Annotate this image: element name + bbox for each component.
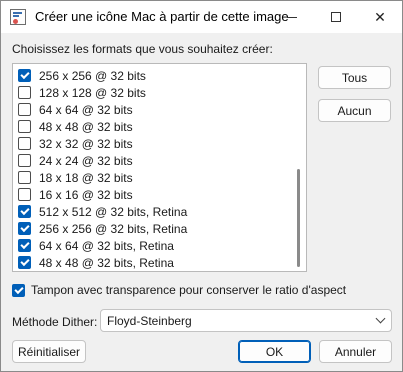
format-label: 64 x 64 @ 32 bits xyxy=(39,102,133,117)
padding-checkbox[interactable] xyxy=(12,283,25,297)
format-label: 256 x 256 @ 32 bits, Retina xyxy=(39,221,188,236)
scrollbar-thumb[interactable] xyxy=(297,169,300,267)
format-label: 24 x 24 @ 32 bits xyxy=(39,153,133,168)
formats-list[interactable]: 256 x 256 @ 32 bits 128 x 128 @ 32 bits 64… xyxy=(12,63,307,272)
format-checkbox[interactable] xyxy=(18,205,31,218)
format-list-item[interactable]: 16 x 16 @ 32 bits xyxy=(13,186,293,203)
format-checkbox[interactable] xyxy=(18,256,31,269)
format-label: 18 x 18 @ 32 bits xyxy=(39,170,133,185)
close-icon: ✕ xyxy=(374,9,386,25)
padding-option[interactable]: Tampon avec transparence pour conserver … xyxy=(12,283,346,297)
format-label: 16 x 16 @ 32 bits xyxy=(39,187,133,202)
format-list-item[interactable]: 48 x 48 @ 32 bits xyxy=(13,118,293,135)
formats-scrollbar[interactable] xyxy=(293,65,305,270)
format-checkbox[interactable] xyxy=(18,137,31,150)
format-checkbox[interactable] xyxy=(18,222,31,235)
minimize-button[interactable] xyxy=(270,1,314,33)
format-list-item[interactable]: 64 x 64 @ 32 bits, Retina xyxy=(13,237,293,254)
ok-button[interactable]: OK xyxy=(238,340,311,363)
dialog-window: Créer une icône Mac à partir de cette im… xyxy=(0,0,403,372)
format-label: 48 x 48 @ 32 bits xyxy=(39,119,133,134)
format-checkbox[interactable] xyxy=(18,188,31,201)
cancel-button[interactable]: Annuler xyxy=(319,340,392,363)
format-list-item[interactable]: 512 x 512 @ 32 bits, Retina xyxy=(13,203,293,220)
format-checkbox[interactable] xyxy=(18,86,31,99)
format-list-item[interactable]: 32 x 32 @ 32 bits xyxy=(13,135,293,152)
padding-label: Tampon avec transparence pour conserver … xyxy=(31,283,347,297)
format-label: 256 x 256 @ 32 bits xyxy=(39,68,146,83)
format-label: 48 x 48 @ 32 bits, Retina xyxy=(39,255,174,270)
select-all-button[interactable]: Tous xyxy=(318,66,391,89)
format-checkbox[interactable] xyxy=(18,120,31,133)
dither-label: Méthode Dither: xyxy=(12,315,98,329)
minimize-icon xyxy=(287,16,297,18)
format-checkbox[interactable] xyxy=(18,103,31,116)
format-checkbox[interactable] xyxy=(18,239,31,252)
formats-label: Choisissez les formats que vous souhaite… xyxy=(12,42,273,56)
format-label: 32 x 32 @ 32 bits xyxy=(39,136,133,151)
select-none-button[interactable]: Aucun xyxy=(318,99,391,122)
format-checkbox[interactable] xyxy=(18,154,31,167)
title-bar: Créer une icône Mac à partir de cette im… xyxy=(1,1,402,33)
format-list-item[interactable]: 24 x 24 @ 32 bits xyxy=(13,152,293,169)
format-label: 128 x 128 @ 32 bits xyxy=(39,85,146,100)
format-list-item[interactable]: 256 x 256 @ 32 bits xyxy=(13,67,293,84)
maximize-button[interactable] xyxy=(314,1,358,33)
format-list-item[interactable]: 128 x 128 @ 32 bits xyxy=(13,84,293,101)
close-button[interactable]: ✕ xyxy=(358,1,402,33)
maximize-icon xyxy=(331,12,341,22)
format-label: 64 x 64 @ 32 bits, Retina xyxy=(39,238,174,253)
format-list-item[interactable]: 48 x 48 @ 32 bits, Retina xyxy=(13,254,293,271)
app-icon xyxy=(10,9,26,25)
format-list-item[interactable]: 256 x 256 @ 32 bits, Retina xyxy=(13,220,293,237)
format-list-item[interactable]: 18 x 18 @ 32 bits xyxy=(13,169,293,186)
reset-button[interactable]: Réinitialiser xyxy=(12,340,86,363)
format-label: 512 x 512 @ 32 bits, Retina xyxy=(39,204,188,219)
format-list-item[interactable]: 64 x 64 @ 32 bits xyxy=(13,101,293,118)
chevron-down-icon xyxy=(375,313,386,324)
dither-value: Floyd-Steinberg xyxy=(107,313,192,328)
format-checkbox[interactable] xyxy=(18,171,31,184)
window-title: Créer une icône Mac à partir de cette im… xyxy=(35,9,289,24)
format-checkbox[interactable] xyxy=(18,69,31,82)
dither-select[interactable]: Floyd-Steinberg xyxy=(100,309,392,332)
